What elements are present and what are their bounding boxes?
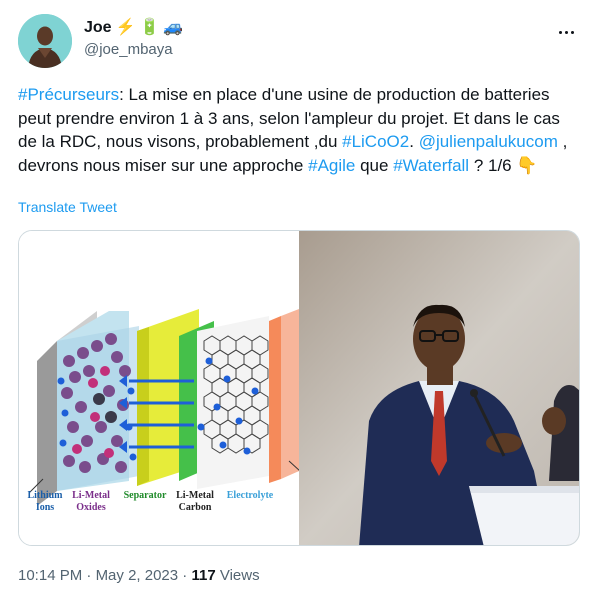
label-oxides-line2: Oxides	[76, 502, 106, 513]
more-dot	[564, 30, 568, 34]
tweet-meta: 10:14 PM · May 2, 2023 · 117 Views	[18, 567, 260, 584]
battery-diagram-image[interactable]: Lithium Ions Li-Metal Oxides Separator L…	[19, 231, 300, 545]
hashtag-precurseurs-link[interactable]: #Précurseurs	[18, 85, 119, 104]
label-limetal-oxides: Li-Metal Oxides	[63, 490, 119, 514]
label-separator: Separator	[123, 490, 167, 501]
views-label: Views	[215, 567, 260, 584]
display-name-text: Joe	[84, 19, 112, 36]
views-count: 117	[191, 567, 216, 584]
more-dots-icon	[558, 30, 562, 34]
translate-tweet-link[interactable]: Translate Tweet	[18, 199, 117, 215]
avatar-image	[18, 14, 72, 68]
label-lithium-ions: Lithium Ions	[23, 490, 67, 514]
mention-julienpalukucom-link[interactable]: @julienpalukucom	[419, 132, 558, 151]
author-display-name[interactable]: Joe ⚡ 🔋 🚙	[84, 18, 183, 38]
tweet-time[interactable]: 10:14 PM	[18, 567, 82, 584]
hashtag-licoo2-link[interactable]: #LiCoO2	[342, 132, 409, 151]
meta-separator: ·	[82, 567, 96, 584]
battery-icon: 🔋	[139, 19, 160, 36]
more-options-button[interactable]	[554, 20, 578, 44]
tweet-media: Lithium Ions Li-Metal Oxides Separator L…	[18, 230, 580, 546]
lightning-icon: ⚡	[115, 19, 136, 36]
tweet-header: Joe ⚡ 🔋 🚙 @joe_mbaya	[18, 14, 580, 68]
car-icon: 🚙	[163, 19, 184, 36]
label-lithium-line2: Ions	[35, 502, 55, 513]
label-electrolyte: Electrolyte	[226, 490, 274, 501]
tweet-text-segment: que	[355, 155, 394, 175]
more-dot	[570, 30, 574, 34]
label-carbon-line2: Carbon	[178, 502, 212, 513]
tweet-text: #Précurseurs: La mise en place d'une usi…	[18, 83, 580, 177]
tweet-date[interactable]: May 2, 2023	[96, 567, 179, 584]
label-oxides-line1: Li-Metal	[72, 490, 110, 501]
label-carbon-line1: Li-Metal	[176, 490, 214, 501]
author-names: Joe ⚡ 🔋 🚙 @joe_mbaya	[84, 18, 183, 60]
hashtag-agile-link[interactable]: #Agile	[308, 156, 355, 175]
tweet-text-segment: .	[409, 132, 419, 151]
author-handle[interactable]: @joe_mbaya	[84, 40, 183, 60]
meta-separator: ·	[178, 567, 192, 584]
speaker-photo-illustration	[299, 231, 579, 545]
pointing-down-icon: 👇	[516, 155, 538, 175]
tweet-text-segment: ? 1/6	[469, 155, 517, 175]
label-limetal-carbon: Li-Metal Carbon	[167, 490, 223, 514]
avatar[interactable]	[18, 14, 72, 68]
speaker-photo[interactable]	[299, 231, 579, 545]
label-lithium-line1: Lithium	[27, 490, 63, 501]
hashtag-waterfall-link[interactable]: #Waterfall	[393, 156, 469, 175]
